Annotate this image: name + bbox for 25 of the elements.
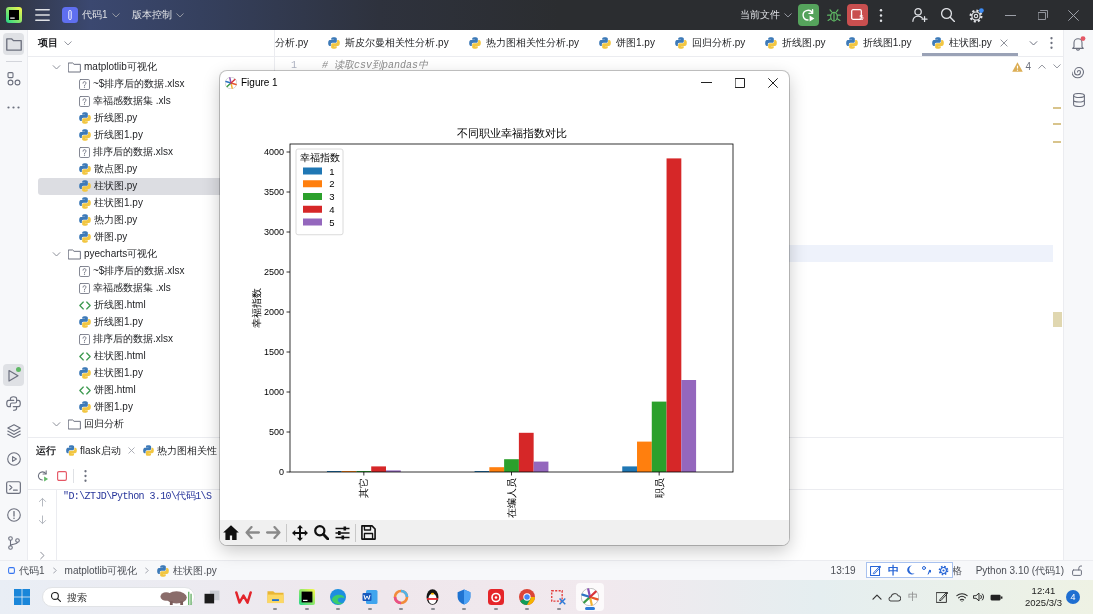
legend-title: 幸福指数 <box>299 151 340 163</box>
y-tick-label: 1500 <box>263 347 284 357</box>
y-tick-label: 0 <box>279 467 284 477</box>
code-comment: # 读取csv到pandas中 <box>322 60 428 71</box>
panel-title: 运行 <box>36 443 56 458</box>
y-tick-label: 2500 <box>263 267 284 277</box>
legend-label: 2 <box>329 178 335 190</box>
y-tick-label: 3000 <box>263 227 284 237</box>
legend-label: 5 <box>329 216 335 228</box>
y-tick-label: 1000 <box>263 387 284 397</box>
legend-label: 4 <box>329 203 335 215</box>
x-tick-label: 职员 <box>653 478 665 498</box>
y-tick-label: 500 <box>268 427 284 437</box>
y-tick-label: 3500 <box>263 187 284 197</box>
console-output: "D:\ZTJD\Python 3.10\代码1\S <box>63 490 212 504</box>
x-tick-label: 其它 <box>358 478 370 498</box>
y-tick-label: 2000 <box>263 307 284 317</box>
legend-label: 3 <box>329 191 335 202</box>
line-number: 1 <box>290 60 297 71</box>
chart-title: 不同职业幸福指数对比 <box>456 127 567 139</box>
y-tick-label: 4000 <box>263 147 284 157</box>
y-axis-label: 幸福指数 <box>250 288 262 328</box>
legend-label: 1 <box>329 165 335 177</box>
x-tick-label: 在编人员 <box>506 478 517 518</box>
window-title: Figure 1 <box>241 77 278 88</box>
